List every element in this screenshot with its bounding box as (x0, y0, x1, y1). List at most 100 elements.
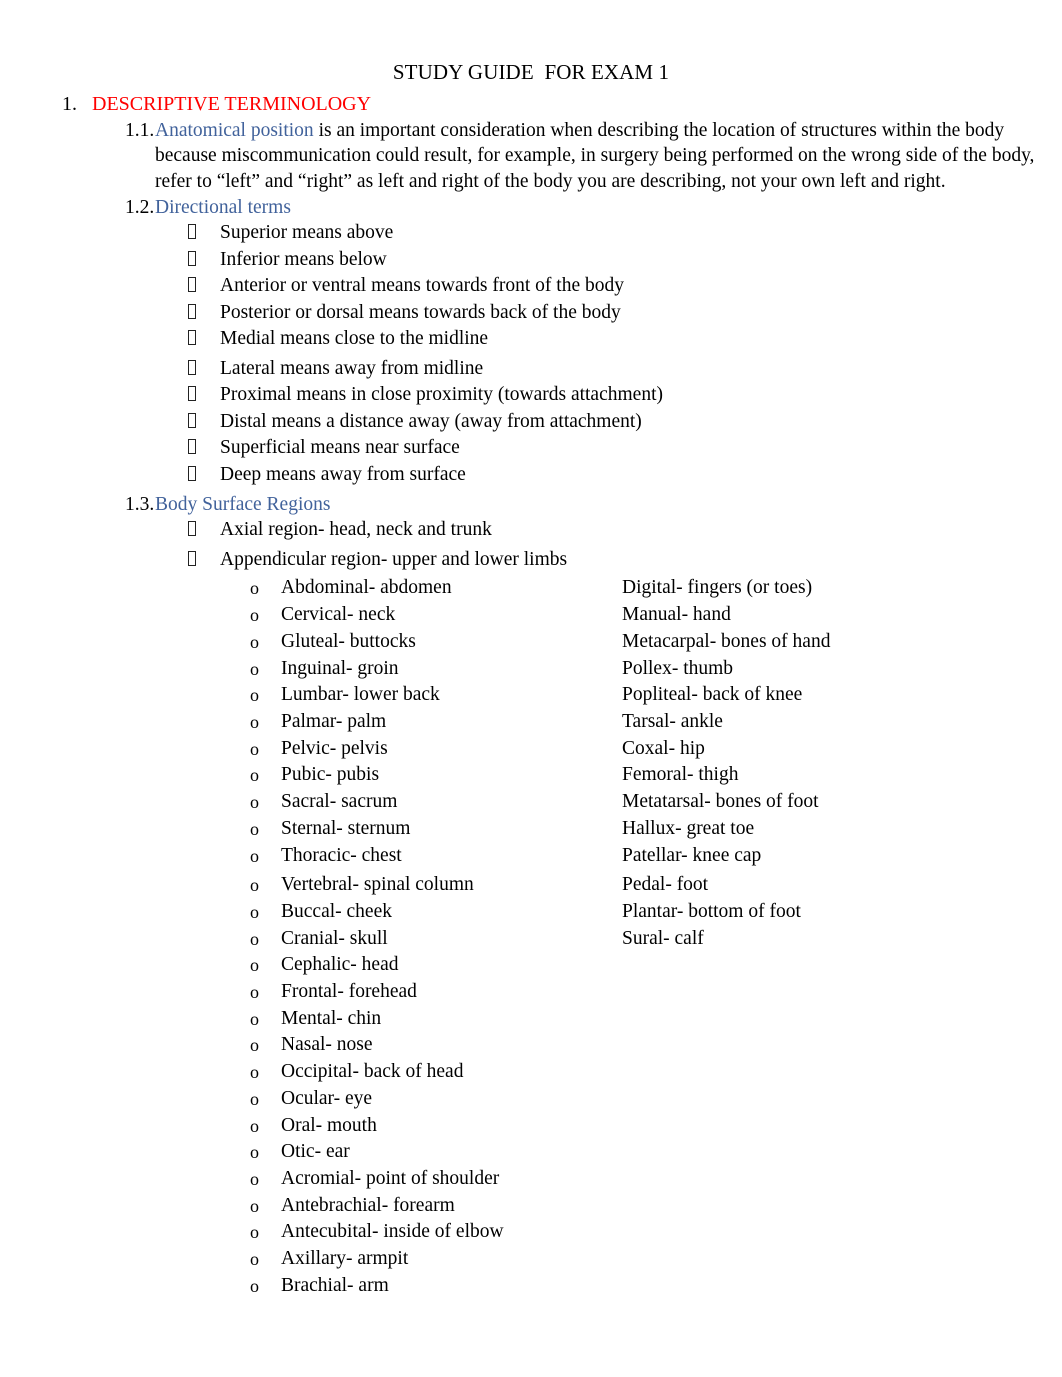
subsection-term: Body Surface Regions (155, 494, 331, 516)
list-item: Superior means above (0, 220, 1062, 247)
list-item: Deep means away from surface (0, 462, 1062, 489)
list-item: o Antebrachial- forearm (0, 1193, 1062, 1220)
list-item: o Acromial- point of shoulder (0, 1166, 1062, 1193)
list-item-label: Cervical- neck (281, 604, 396, 626)
list-item: Inferior means below (0, 247, 1062, 274)
wingdings-bullet-icon (188, 359, 196, 375)
circle-bullet-icon: o (250, 1008, 259, 1029)
list-item: Manual- hand (622, 604, 731, 626)
list-item-label: Occipital- back of head (281, 1061, 464, 1083)
list-item: o Mental- chin (0, 1006, 1062, 1033)
list-item-label: Axillary- armpit (281, 1248, 409, 1270)
list-item-label: Abdominal- abdomen (281, 577, 452, 599)
list-item: Patellar- knee cap (622, 844, 762, 866)
list-item-label: Sternal- sternum (281, 817, 411, 839)
circle-bullet-icon: o (250, 605, 259, 626)
list-item-label: Oral- mouth (281, 1114, 377, 1136)
circle-bullet-icon: o (250, 631, 259, 652)
circle-bullet-icon: o (250, 1142, 259, 1163)
circle-bullet-icon: o (250, 1222, 259, 1243)
list-item: o Axillary- armpit (0, 1246, 1062, 1273)
circle-bullet-icon: o (250, 658, 259, 679)
list-item: Axial region- head, neck and trunk (0, 517, 1062, 544)
list-item-label: Superior means above (220, 222, 394, 244)
list-item-label: Lumbar- lower back (281, 684, 440, 706)
wingdings-bullet-icon (188, 224, 196, 240)
list-item: Medial means close to the midline (0, 326, 1062, 353)
subsection-body-surface-regions: 1.3. Body Surface Regions (0, 492, 1062, 517)
list-item-label: Otic- ear (281, 1141, 350, 1163)
circle-bullet-icon: o (250, 845, 259, 866)
list-item-label: Vertebral- spinal column (281, 874, 474, 896)
list-item: Popliteal- back of knee (622, 684, 803, 706)
list-item-label: Proximal means in close proximity (towar… (220, 384, 663, 406)
list-item-label: Nasal- nose (281, 1034, 373, 1056)
subsection-directional-terms: 1.2. Directional terms (0, 195, 1062, 220)
list-item-label: Pubic- pubis (281, 764, 380, 786)
list-item: o Nasal- nose (0, 1032, 1062, 1059)
wingdings-bullet-icon (188, 250, 196, 266)
list-item: Pollex- thumb (622, 657, 734, 679)
section-number: 1. (62, 93, 77, 115)
list-item-label: Pelvic- pelvis (281, 737, 388, 759)
list-item: o Occipital- back of head (0, 1059, 1062, 1086)
list-item-label: Superficial means near surface (220, 437, 460, 459)
regions-two-column-list: o Abdominal- abdomen o Cervical- neck o … (0, 575, 1062, 1299)
list-item: Femoral- thigh (622, 764, 739, 786)
circle-bullet-icon: o (250, 685, 259, 706)
list-item: o Oral- mouth (0, 1113, 1062, 1140)
list-item-label: Antebrachial- forearm (281, 1194, 455, 1216)
document-title: STUDY GUIDE FOR EXAM 1 (392, 60, 670, 84)
list-item-label: Axial region- head, neck and trunk (220, 519, 492, 541)
directional-terms-list: Superior means above Inferior means belo… (0, 220, 1062, 488)
wingdings-bullet-icon (188, 303, 196, 319)
list-item-label: Frontal- forehead (281, 981, 417, 1003)
list-item-label: Medial means close to the midline (220, 328, 489, 350)
list-item-label: Ocular- eye (281, 1087, 373, 1109)
list-item-label: Mental- chin (281, 1007, 382, 1029)
subsection-term: Directional terms (155, 196, 291, 218)
wingdings-bullet-icon (188, 439, 196, 455)
circle-bullet-icon: o (250, 578, 259, 599)
circle-bullet-icon: o (250, 1275, 259, 1296)
subsection-number: 1.2. (125, 196, 155, 218)
list-item: Lateral means away from midline (0, 356, 1062, 383)
subsection-anatomical-position: 1.1. Anatomical position is an important… (0, 118, 1062, 194)
list-item: o Otic- ear (0, 1139, 1062, 1166)
circle-bullet-icon: o (250, 1249, 259, 1270)
circle-bullet-icon: o (250, 1062, 259, 1083)
list-item-label: Posterior or dorsal means towards back o… (220, 301, 621, 323)
list-item: o Ocular- eye (0, 1086, 1062, 1113)
wingdings-bullet-icon (188, 330, 196, 346)
list-item-label: Deep means away from surface (220, 463, 466, 485)
list-item-label: Gluteal- buttocks (281, 630, 416, 652)
circle-bullet-icon: o (250, 1168, 259, 1189)
list-item: Plantar- bottom of foot (622, 900, 801, 922)
list-item: Anterior or ventral means towards front … (0, 273, 1062, 300)
list-item: o Cephalic- head (0, 952, 1062, 979)
list-item-label: Inferior means below (220, 248, 387, 270)
list-item-label: Buccal- cheek (281, 900, 392, 922)
list-item: Digital- fingers (or toes) (622, 577, 813, 599)
subsection-number: 1.1. (125, 120, 155, 141)
list-item-label: Sacral- sacrum (281, 791, 398, 813)
wingdings-bullet-icon (188, 277, 196, 293)
list-item-label: Cranial- skull (281, 927, 388, 949)
document-page: STUDY GUIDE FOR EXAM 1 1. DESCRIPTIVE TE… (0, 0, 1062, 1377)
list-item-label: Inguinal- groin (281, 657, 399, 679)
circle-bullet-icon: o (250, 955, 259, 976)
list-item: Superficial means near surface (0, 435, 1062, 462)
list-item: Pedal- foot (622, 874, 709, 896)
circle-bullet-icon: o (250, 928, 259, 949)
circle-bullet-icon: o (250, 1115, 259, 1136)
list-item: Proximal means in close proximity (towar… (0, 382, 1062, 409)
list-item: Coxal- hip (622, 737, 705, 759)
circle-bullet-icon: o (250, 901, 259, 922)
list-item: o Frontal- forehead (0, 979, 1062, 1006)
circle-bullet-icon: o (250, 1195, 259, 1216)
list-item: Hallux- great toe (622, 817, 755, 839)
wingdings-bullet-icon (188, 550, 196, 566)
list-item-label: Lateral means away from midline (220, 357, 484, 379)
circle-bullet-icon: o (250, 1088, 259, 1109)
circle-bullet-icon: o (250, 982, 259, 1003)
